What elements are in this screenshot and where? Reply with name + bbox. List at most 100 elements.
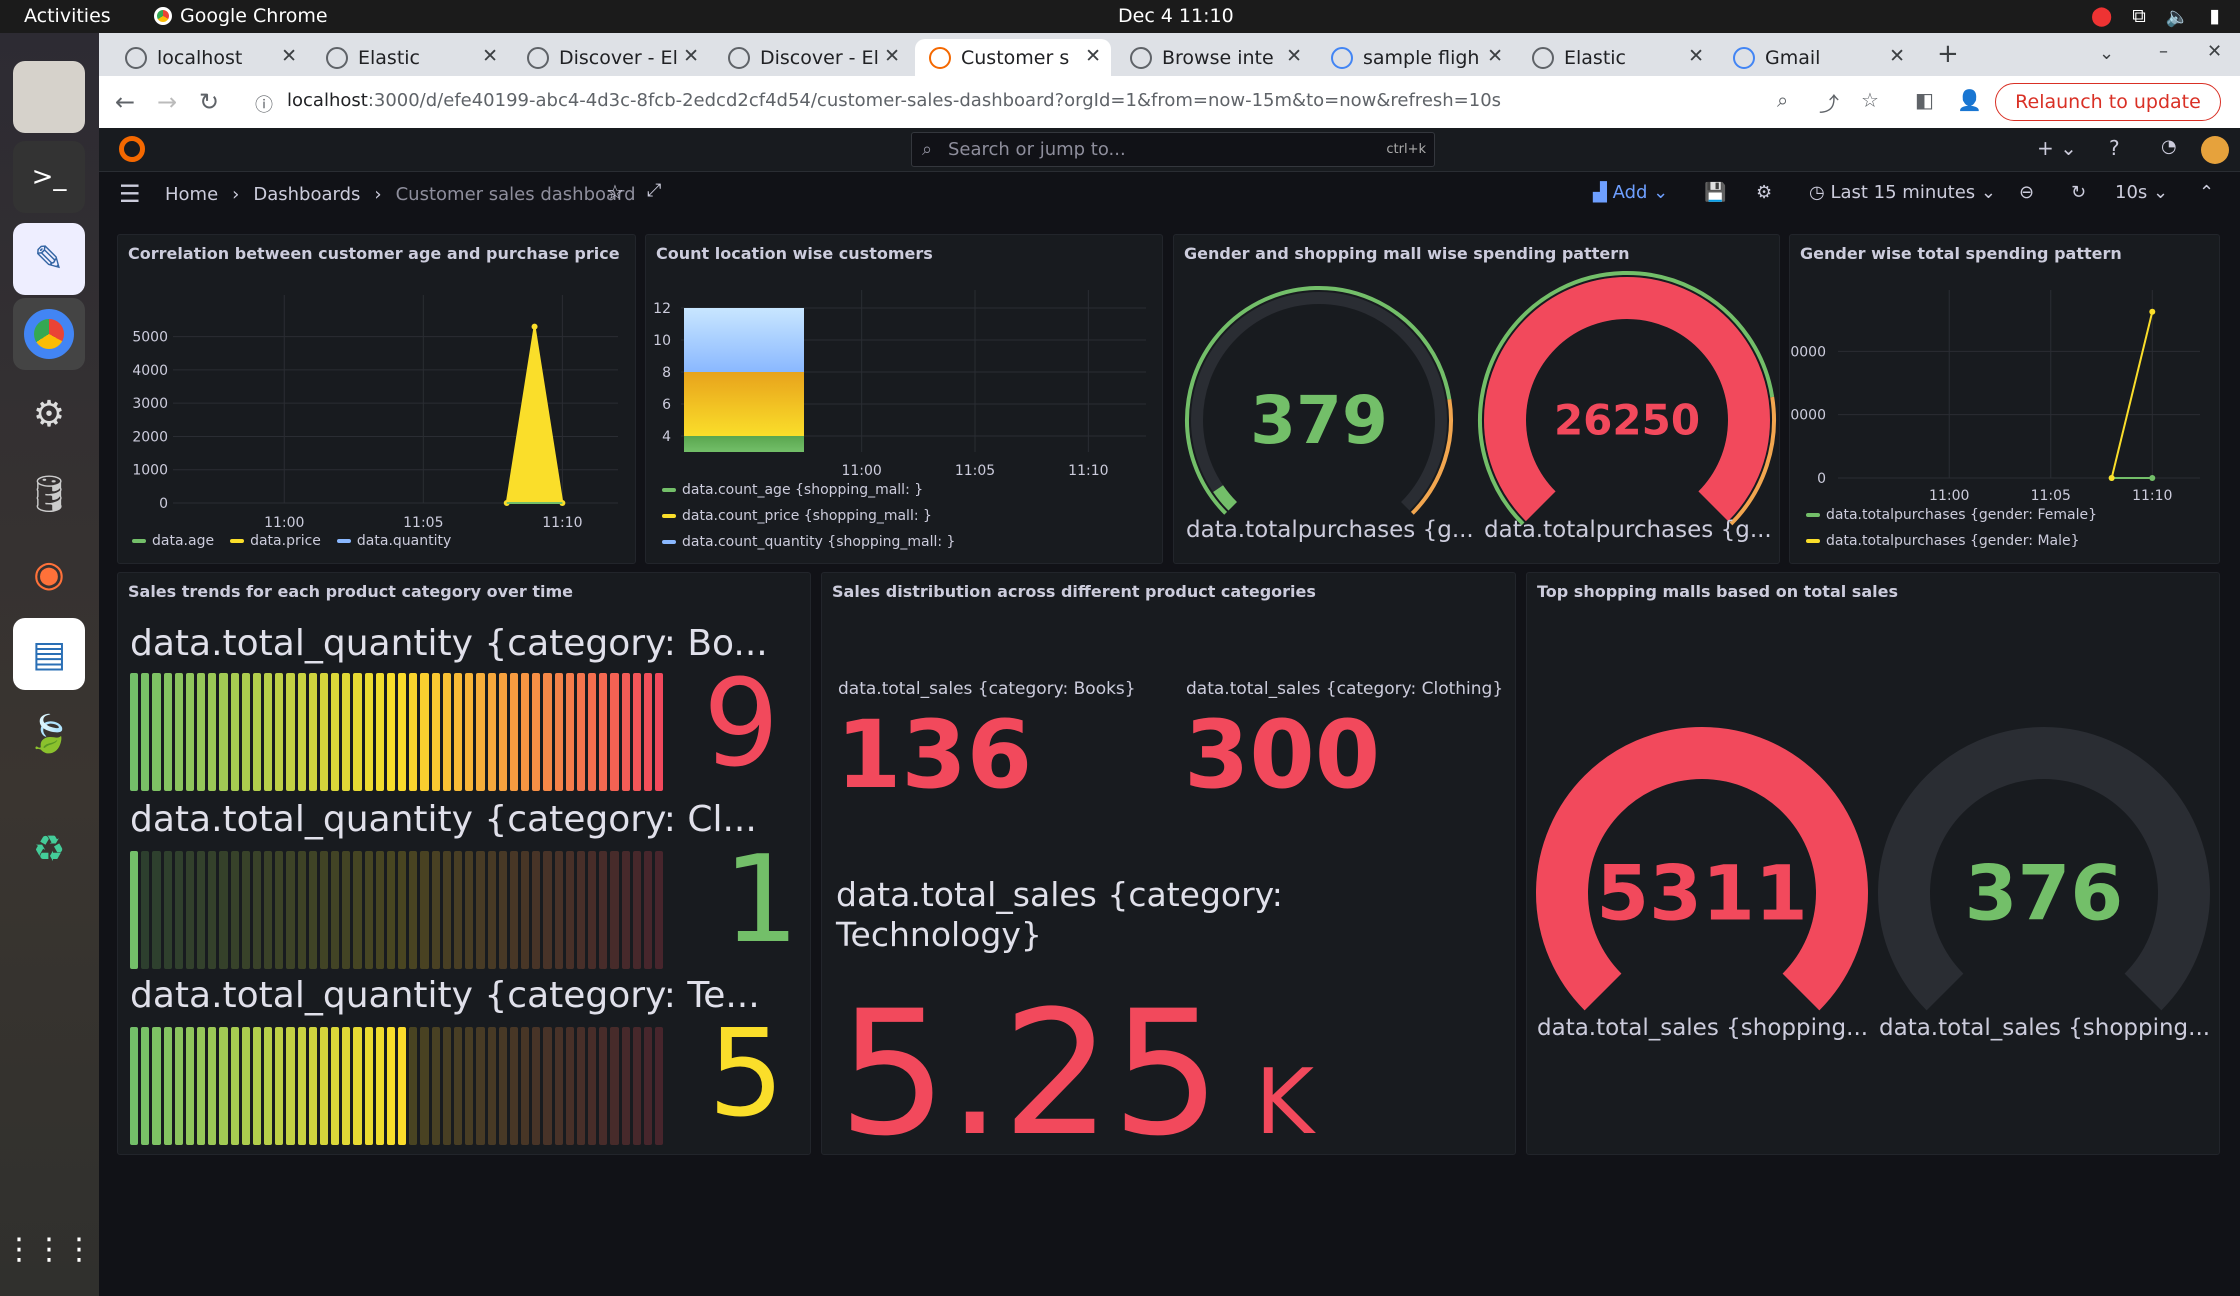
breadcrumb-dashboards[interactable]: Dashboards xyxy=(253,184,360,205)
bar-gauge-cell xyxy=(241,1027,250,1145)
bar-gauge-cell xyxy=(621,673,630,791)
legend-item[interactable]: data.count_price {shopping_mall: } xyxy=(662,508,932,524)
terminal-icon[interactable]: >_ xyxy=(13,141,85,213)
save-icon[interactable]: 💾 xyxy=(1704,182,1726,203)
help-icon[interactable]: ? xyxy=(2109,136,2120,160)
legend-item[interactable]: data.totalpurchases {gender: Female} xyxy=(1806,507,2097,523)
url-host: localhost xyxy=(287,90,368,111)
close-icon[interactable]: ✕ xyxy=(1688,45,1704,67)
close-icon[interactable]: ✕ xyxy=(1286,45,1302,67)
legend-item[interactable]: data.quantity xyxy=(336,533,451,549)
star-icon[interactable]: ☆ xyxy=(606,180,624,204)
grafana-logo-icon[interactable] xyxy=(119,136,145,162)
legend-item[interactable]: data.count_age {shopping_mall: } xyxy=(662,482,923,498)
add-button[interactable]: ▟ Add ⌄ xyxy=(1593,182,1668,203)
panel-top-malls[interactable]: Top shopping malls based on total sales … xyxy=(1526,572,2220,1155)
tab-browse[interactable]: Browse inte ✕ xyxy=(1116,39,1312,76)
close-icon[interactable]: ✕ xyxy=(1889,45,1905,67)
legend-item[interactable]: data.age xyxy=(132,533,214,549)
close-icon[interactable]: ✕ xyxy=(482,45,498,67)
database-icon[interactable]: 🛢 xyxy=(13,458,85,530)
panel-location-customers[interactable]: Count location wise customers 12 10 8 6 4 11:… xyxy=(645,234,1163,564)
bar-gauge-cell xyxy=(130,851,139,969)
writer-icon[interactable]: ▤ xyxy=(13,618,85,690)
tab-discover-2[interactable]: Discover - El ✕ xyxy=(714,39,910,76)
site-info-icon[interactable]: ⓘ xyxy=(255,91,273,117)
close-icon[interactable]: ✕ xyxy=(1487,45,1503,67)
mongodb-icon[interactable]: 🍃 xyxy=(13,698,85,770)
tab-discover-1[interactable]: Discover - El ✕ xyxy=(513,39,709,76)
y-tick-label: 0 xyxy=(159,496,168,512)
bar-gauge-cell xyxy=(275,1027,284,1145)
settings-icon[interactable]: ⚙ xyxy=(1756,182,1772,203)
bar-gauge-cell xyxy=(319,1027,329,1145)
zoom-icon[interactable]: ⌕ xyxy=(1777,88,1788,112)
breadcrumb-home[interactable]: Home xyxy=(165,184,218,205)
bar-gauge-cell xyxy=(375,673,384,791)
back-icon[interactable]: ← xyxy=(115,88,135,116)
zoom-out-icon[interactable]: ⊖ xyxy=(2019,182,2034,203)
close-icon[interactable]: ✕ xyxy=(884,45,900,67)
activities-button[interactable]: Activities xyxy=(24,5,111,27)
legend-item[interactable]: data.price xyxy=(230,533,321,549)
y-tick-label: 8 xyxy=(662,365,671,381)
bookmark-star-icon[interactable]: ☆ xyxy=(1861,88,1879,112)
forward-icon[interactable]: → xyxy=(157,88,177,116)
tab-search-icon[interactable]: ⌄ xyxy=(2099,43,2114,64)
close-icon[interactable]: ✕ xyxy=(281,45,297,67)
close-icon[interactable]: ✕ xyxy=(683,45,699,67)
panel-gender-mall-spending[interactable]: Gender and shopping mall wise spending p… xyxy=(1173,234,1780,564)
new-tab-icon[interactable]: + xyxy=(1937,39,1959,69)
clock[interactable]: Dec 4 11:10 xyxy=(1118,5,1234,27)
profile-icon[interactable]: 👤 xyxy=(1957,88,1982,112)
text-editor-icon[interactable]: ✎ xyxy=(13,223,85,295)
settings-icon[interactable]: ⚙ xyxy=(13,378,85,450)
close-window-icon[interactable]: ✕ xyxy=(2207,41,2222,62)
share-dashboard-icon[interactable]: ⤢ xyxy=(647,180,661,201)
dock: >_ ✎ ⚙ 🛢 ◉ ▤ 🍃 ♻ ⋮⋮⋮ xyxy=(0,33,99,1296)
collapse-icon[interactable]: ⌃ xyxy=(2199,182,2214,203)
refresh-interval[interactable]: 10s ⌄ xyxy=(2115,182,2168,203)
search-input[interactable]: ⌕ Search or jump to... ctrl+k xyxy=(911,132,1435,167)
tab-gmail[interactable]: Gmail ✕ xyxy=(1719,39,1915,76)
app-menu[interactable]: Google Chrome xyxy=(154,5,328,27)
system-tray[interactable]: ⬤ ⧉ 🔈 ▮ xyxy=(2091,5,2220,28)
panel-age-price-correlation[interactable]: Correlation between customer age and pur… xyxy=(117,234,636,564)
clock-icon: ◷ xyxy=(1809,182,1831,203)
tab-customer-sales[interactable]: Customer s ✕ xyxy=(915,39,1111,76)
refresh-icon[interactable]: ↻ xyxy=(2071,182,2086,203)
news-icon[interactable]: ◔ xyxy=(2161,136,2177,157)
legend-item[interactable]: data.totalpurchases {gender: Male} xyxy=(1806,533,2080,549)
app-grid-icon[interactable]: ⋮⋮⋮ xyxy=(4,1213,94,1285)
close-icon[interactable]: ✕ xyxy=(1085,45,1101,67)
menu-icon[interactable]: ☰ xyxy=(119,180,141,208)
panel-sales-distribution[interactable]: Sales distribution across different prod… xyxy=(821,572,1516,1155)
bar-gauge-cell xyxy=(297,1027,306,1145)
reload-icon[interactable]: ↻ xyxy=(199,88,219,116)
bar-gauge-cell xyxy=(409,673,418,791)
panel-gender-spending[interactable]: Gender wise total spending pattern 20000… xyxy=(1789,234,2220,564)
legend-item[interactable]: data.count_quantity {shopping_mall: } xyxy=(662,534,955,550)
time-picker[interactable]: ◷ Last 15 minutes ⌄ xyxy=(1809,182,1996,203)
side-panel-icon[interactable]: ◧ xyxy=(1915,88,1934,112)
files-icon[interactable] xyxy=(13,61,85,133)
minimize-icon[interactable]: – xyxy=(2159,41,2168,62)
panel-sales-trends[interactable]: Sales trends for each product category o… xyxy=(117,572,811,1155)
user-avatar[interactable] xyxy=(2201,136,2229,164)
share-icon[interactable]: ⤴ xyxy=(1819,88,1839,117)
tab-localhost[interactable]: localhost ✕ xyxy=(111,39,307,76)
bar-gauge-cell xyxy=(230,673,239,791)
bar-gauge-cell xyxy=(308,851,317,969)
tab-sample-flight[interactable]: sample fligh ✕ xyxy=(1317,39,1513,76)
url-field[interactable]: localhost:3000/d/efe40199-abc4-4d3c-8fcb… xyxy=(287,90,1501,111)
firefox-icon[interactable]: ◉ xyxy=(13,538,85,610)
tab-elastic[interactable]: Elastic ✕ xyxy=(312,39,508,76)
bar-gauge-value: 1 xyxy=(723,831,800,970)
chrome-dock-icon[interactable] xyxy=(13,298,85,370)
trash-icon[interactable]: ♻ xyxy=(13,813,85,885)
add-new-icon[interactable]: + ⌄ xyxy=(2037,136,2077,160)
breadcrumb: Home › Dashboards › Customer sales dashboa… xyxy=(165,184,636,205)
tab-elastic-2[interactable]: Elastic ✕ xyxy=(1518,39,1714,76)
bar-gauge-cell xyxy=(241,851,250,969)
relaunch-button[interactable]: Relaunch to update xyxy=(1995,83,2221,121)
